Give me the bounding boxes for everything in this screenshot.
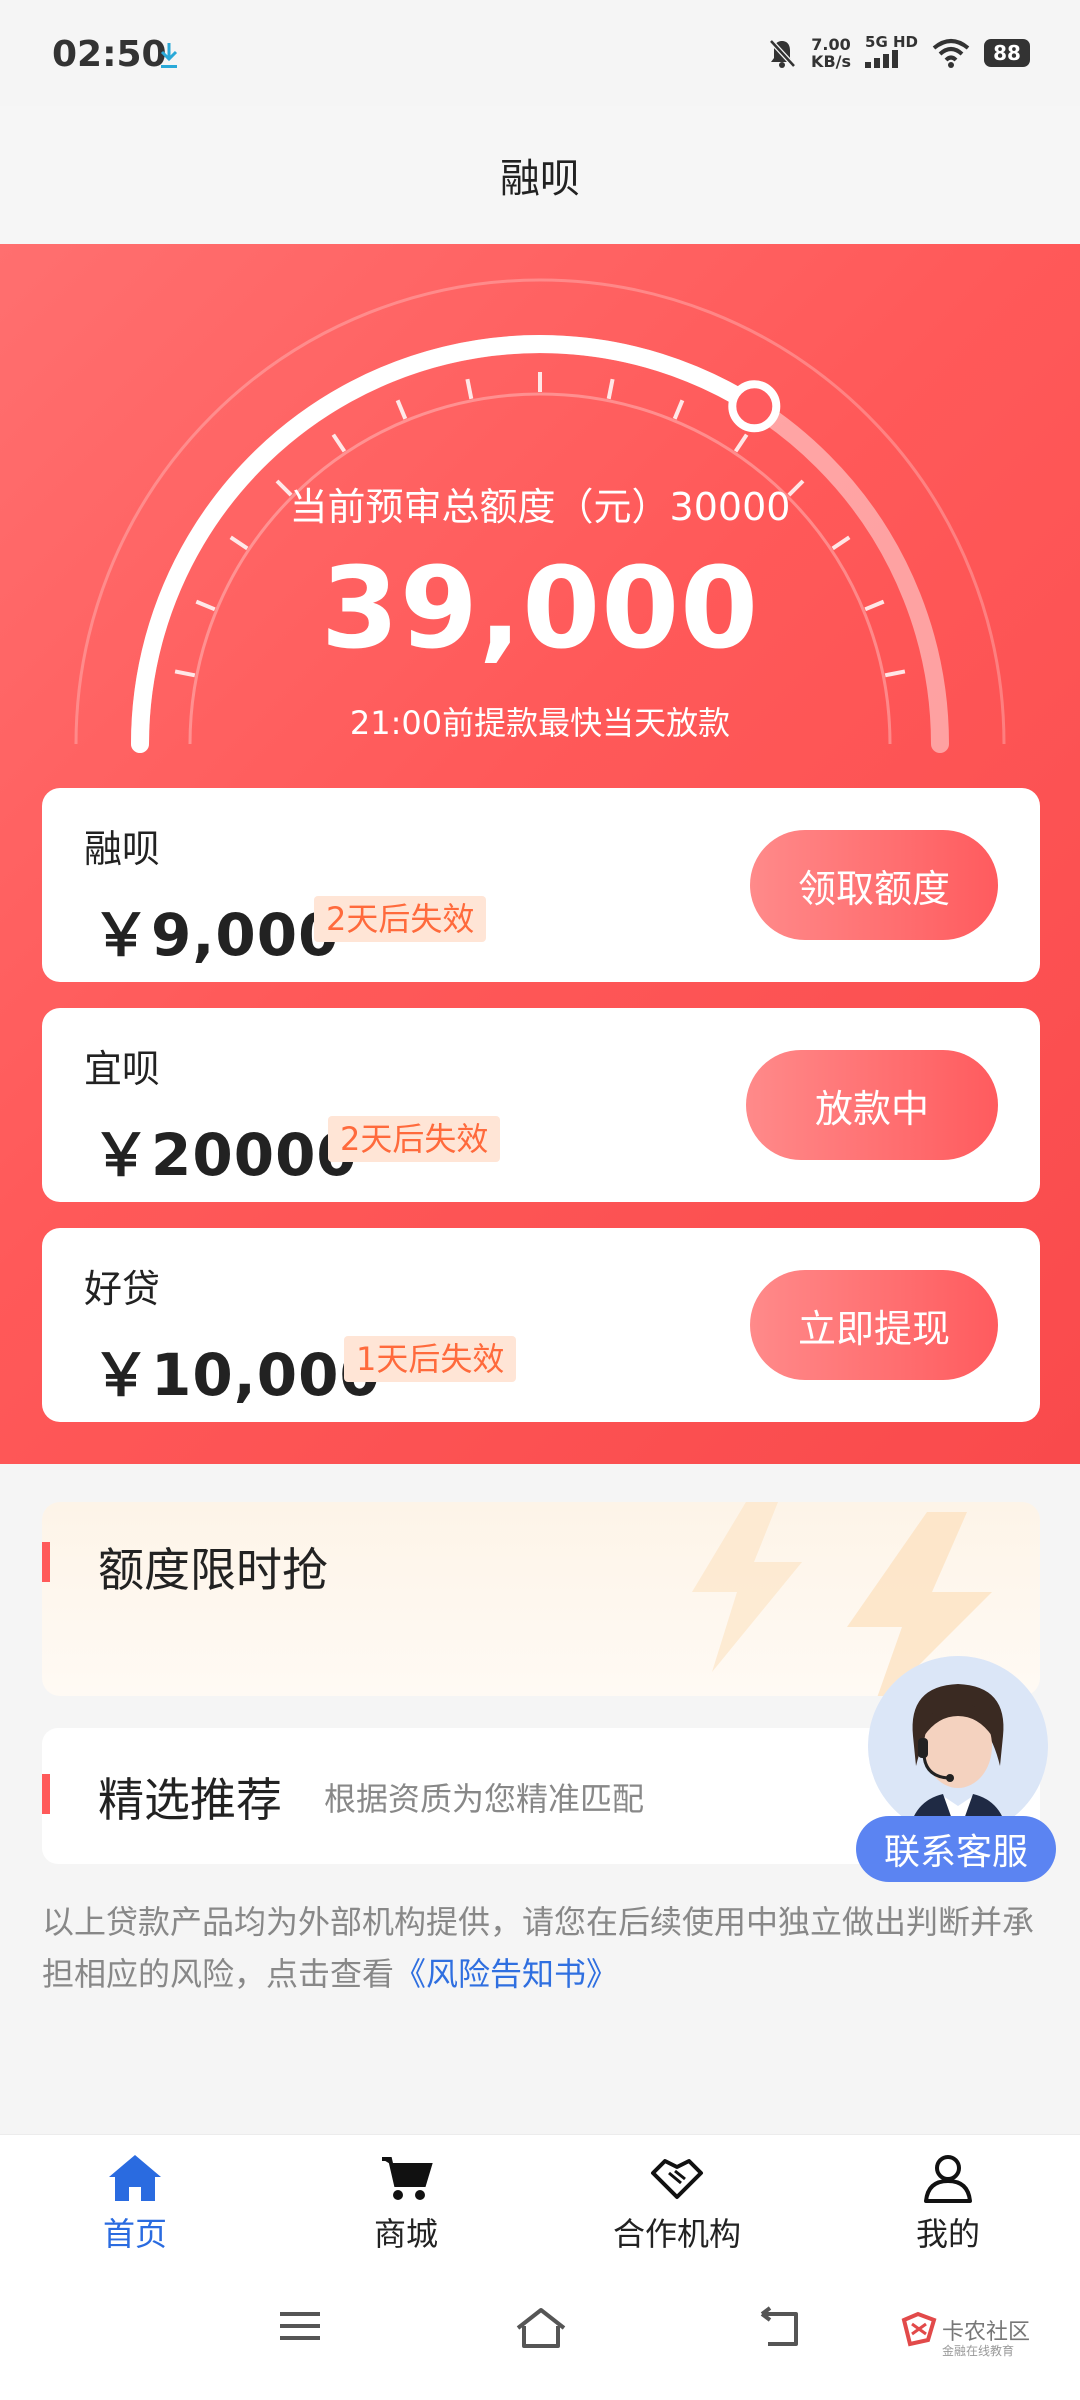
download-icon bbox=[160, 43, 178, 68]
card-name: 宜呗 bbox=[84, 1047, 161, 1091]
battery-icon: 88 bbox=[984, 38, 1030, 67]
claim-credit-button[interactable]: 领取额度 bbox=[750, 830, 998, 940]
system-nav-bar: 卡农社区 金融在线教育 bbox=[0, 2270, 1080, 2400]
home-nav-icon[interactable] bbox=[514, 2306, 568, 2350]
section-title: 精选推荐 bbox=[98, 1773, 282, 1827]
withdraw-button[interactable]: 立即提现 bbox=[750, 1270, 998, 1380]
wifi-icon bbox=[932, 38, 970, 68]
loan-card: 融呗 ￥9,000 2天后失效 领取额度 bbox=[42, 788, 1040, 982]
network-type: 5G HD bbox=[865, 34, 918, 71]
page-title: 融呗 bbox=[500, 156, 580, 202]
status-bar: 02:50 7.00 KB/s 5G HD 88 bbox=[0, 0, 1080, 106]
disbursing-button[interactable]: 放款中 bbox=[746, 1050, 998, 1160]
cart-icon bbox=[382, 2157, 433, 2200]
section-title: 额度限时抢 bbox=[98, 1543, 328, 1597]
network-label: 5G HD bbox=[865, 33, 918, 51]
risk-notice-link[interactable]: 《风险告知书》 bbox=[394, 1955, 618, 1993]
mute-icon bbox=[769, 38, 796, 68]
gauge-tick bbox=[733, 433, 749, 453]
section-marker bbox=[42, 1542, 50, 1582]
expiry-badge: 1天后失效 bbox=[344, 1336, 517, 1382]
customer-service-button[interactable]: 联系客服 bbox=[856, 1656, 1056, 1896]
gauge-tick bbox=[465, 378, 474, 400]
tab-home[interactable]: 首页 bbox=[35, 2153, 235, 2263]
loan-card: 好贷 ￥10,000 1天后失效 立即提现 bbox=[42, 1228, 1040, 1422]
signal-icon bbox=[865, 50, 899, 68]
nav-bar: 融呗 bbox=[0, 106, 1080, 244]
gauge-tick bbox=[672, 399, 685, 420]
section-subtitle: 根据资质为您精准匹配 bbox=[324, 1780, 645, 1818]
customer-service-label: 联系客服 bbox=[856, 1816, 1056, 1882]
bottom-tab-bar: 首页 商城 合作机构 我的 bbox=[0, 2134, 1080, 2270]
tab-label: 合作机构 bbox=[612, 2215, 741, 2253]
agent-avatar bbox=[868, 1656, 1048, 1836]
gauge-tick bbox=[395, 399, 408, 420]
back-icon[interactable] bbox=[756, 2306, 804, 2350]
watermark-logo: 卡农社区 金融在线教育 bbox=[900, 2310, 1060, 2366]
handshake-icon bbox=[651, 2159, 703, 2199]
tab-label: 商城 bbox=[373, 2215, 438, 2253]
watermark-subtitle: 金融在线教育 bbox=[942, 2344, 1015, 2358]
gauge-tick bbox=[606, 378, 615, 400]
speed-value: 7.00 bbox=[811, 34, 851, 54]
user-icon bbox=[924, 2155, 972, 2203]
home-icon bbox=[109, 2155, 161, 2201]
section-marker bbox=[42, 1774, 50, 1814]
expiry-badge: 2天后失效 bbox=[328, 1116, 501, 1162]
gauge-tick bbox=[331, 433, 347, 453]
card-name: 好贷 bbox=[84, 1267, 161, 1311]
tab-label: 首页 bbox=[102, 2215, 167, 2253]
card-name: 融呗 bbox=[84, 827, 161, 871]
hero-label: 当前预审总额度（元）30000 bbox=[289, 485, 791, 529]
tab-label: 我的 bbox=[915, 2215, 980, 2253]
speed-unit: KB/s bbox=[811, 51, 852, 71]
expiry-badge: 2天后失效 bbox=[314, 896, 487, 942]
agent-avatar-image bbox=[868, 1656, 1048, 1836]
lightning-icon bbox=[692, 1502, 802, 1672]
network-speed: 7.00 KB/s bbox=[811, 36, 851, 70]
card-amount: ￥10,000 bbox=[92, 1341, 381, 1409]
tab-mall[interactable]: 商城 bbox=[306, 2153, 506, 2263]
hero-section: 当前预审总额度（元）30000 39,000 21:00前提款最快当天放款 融呗… bbox=[0, 244, 1080, 1464]
gauge-knob bbox=[728, 380, 781, 433]
card-amount: ￥20000 bbox=[92, 1121, 358, 1189]
watermark-icon bbox=[901, 2311, 937, 2347]
tab-partners[interactable]: 合作机构 bbox=[577, 2153, 777, 2263]
hero-note: 21:00前提款最快当天放款 bbox=[349, 704, 731, 742]
status-time: 02:50 bbox=[52, 34, 167, 75]
tab-mine[interactable]: 我的 bbox=[848, 2153, 1048, 2263]
loan-card: 宜呗 ￥20000 2天后失效 放款中 bbox=[42, 1008, 1040, 1202]
disclaimer: 以上贷款产品均为外部机构提供，请您在后续使用中独立做出判断并承担相应的风险，点击… bbox=[42, 1896, 1042, 2000]
menu-icon[interactable] bbox=[278, 2306, 322, 2346]
hero-amount: 39,000 bbox=[320, 544, 760, 674]
card-amount: ￥9,000 bbox=[92, 901, 340, 969]
